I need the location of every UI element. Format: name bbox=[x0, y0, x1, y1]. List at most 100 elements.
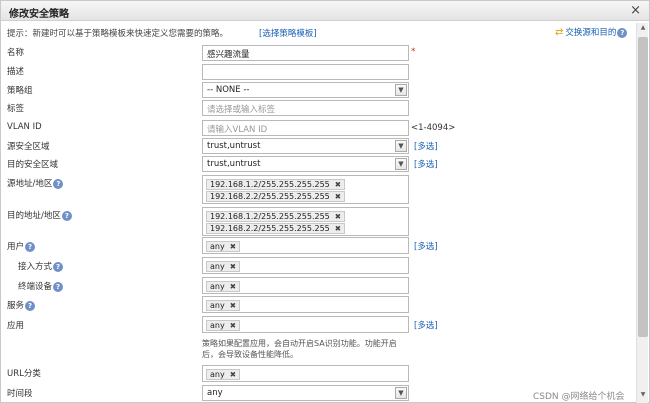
name-input[interactable]: 感兴趣流量 bbox=[202, 45, 409, 61]
swap-link-label: 交换源和目的 bbox=[565, 28, 617, 38]
remove-tag-icon[interactable]: ✖ bbox=[230, 321, 236, 330]
help-icon[interactable]: ? bbox=[53, 281, 64, 292]
description-input[interactable] bbox=[202, 64, 409, 80]
help-icon[interactable]: ? bbox=[53, 261, 64, 272]
description-label: 描述 bbox=[7, 67, 25, 77]
terminal-tag-field[interactable]: any ✖ bbox=[202, 277, 409, 294]
watermark: CSDN @网络给个机会 bbox=[533, 392, 625, 402]
user-label-text: 用户 bbox=[7, 242, 25, 252]
tag-text: 192.168.1.2/255.255.255.255 bbox=[210, 212, 330, 221]
chevron-down-icon[interactable]: ▼ bbox=[395, 84, 407, 96]
service-tag-field[interactable]: any ✖ bbox=[202, 296, 409, 313]
scroll-down-icon[interactable]: ▼ bbox=[638, 391, 648, 401]
tag-input[interactable]: 请选择或输入标签 bbox=[202, 100, 409, 116]
dst-zone-value: trust,untrust bbox=[207, 159, 261, 169]
help-icon[interactable]: ? bbox=[25, 300, 36, 311]
src-zone-multi-link[interactable]: [多选] bbox=[414, 140, 438, 152]
tag-text: any bbox=[210, 301, 225, 310]
tag-placeholder: 请选择或输入标签 bbox=[207, 105, 276, 115]
help-icon[interactable]: ? bbox=[61, 210, 72, 221]
application-tag: any ✖ bbox=[206, 320, 241, 331]
access-mode-tag-field[interactable]: any ✖ bbox=[202, 257, 409, 274]
tag-text: any bbox=[210, 321, 225, 330]
user-multi-link[interactable]: [多选] bbox=[414, 240, 438, 252]
user-label: 用户? bbox=[7, 240, 36, 252]
access-mode-label: 接入方式? bbox=[18, 260, 64, 272]
tip-text: 提示：新建时可以基于策略模板来快速定义您需要的策略。 bbox=[7, 29, 229, 39]
tag-label: 标签 bbox=[7, 104, 25, 114]
chevron-down-icon[interactable]: ▼ bbox=[395, 140, 407, 152]
remove-tag-icon[interactable]: ✖ bbox=[230, 262, 236, 271]
dst-zone-label: 目的安全区域 bbox=[7, 160, 59, 170]
src-zone-value: trust,untrust bbox=[207, 141, 261, 151]
dst-zone-multi-link[interactable]: [多选] bbox=[414, 158, 438, 170]
swap-src-dst-link[interactable]: ⇄ 交换源和目的? bbox=[555, 26, 628, 38]
remove-tag-icon[interactable]: ✖ bbox=[230, 370, 236, 379]
vlan-label: VLAN ID bbox=[7, 122, 42, 132]
terminal-tag: any ✖ bbox=[206, 281, 241, 292]
vertical-scrollbar[interactable]: ▲ ▼ bbox=[636, 23, 648, 403]
remove-tag-icon[interactable]: ✖ bbox=[335, 180, 341, 189]
service-label: 服务? bbox=[7, 299, 36, 311]
url-category-tag: any ✖ bbox=[206, 369, 241, 380]
src-addr-tag: 192.168.2.2/255.255.255.255 ✖ bbox=[206, 191, 346, 202]
url-category-tag-field[interactable]: any ✖ bbox=[202, 365, 409, 382]
remove-tag-icon[interactable]: ✖ bbox=[335, 212, 341, 221]
tag-text: 192.168.2.2/255.255.255.255 bbox=[210, 224, 330, 233]
user-tag-field[interactable]: any ✖ bbox=[202, 237, 409, 254]
policy-group-value: -- NONE -- bbox=[207, 85, 250, 95]
policy-group-select[interactable]: -- NONE -- ▼ bbox=[202, 82, 409, 98]
name-label: 名称 bbox=[7, 48, 25, 58]
select-template-link[interactable]: [选择策略模板] bbox=[259, 27, 317, 39]
tag-text: any bbox=[210, 262, 225, 271]
access-mode-tag: any ✖ bbox=[206, 261, 241, 272]
chevron-down-icon[interactable]: ▼ bbox=[395, 158, 407, 170]
time-range-label: 时间段 bbox=[7, 389, 33, 399]
dialog-titlebar[interactable]: 修改安全策略 × bbox=[1, 1, 649, 21]
src-zone-select[interactable]: trust,untrust ▼ bbox=[202, 138, 409, 154]
access-mode-label-text: 接入方式 bbox=[18, 262, 53, 272]
vlan-range-hint: <1-4094> bbox=[411, 123, 456, 133]
service-tag: any ✖ bbox=[206, 300, 241, 311]
vlan-placeholder: 请输入VLAN ID bbox=[207, 125, 268, 135]
user-tag: any ✖ bbox=[206, 241, 241, 252]
close-icon[interactable]: × bbox=[630, 3, 641, 19]
dst-addr-tag: 192.168.2.2/255.255.255.255 ✖ bbox=[206, 223, 346, 234]
scrollbar-thumb[interactable] bbox=[638, 37, 648, 337]
dst-addr-label-text: 目的地址/地区 bbox=[7, 211, 61, 221]
terminal-label-text: 终端设备 bbox=[18, 282, 53, 292]
remove-tag-icon[interactable]: ✖ bbox=[335, 192, 341, 201]
vlan-input[interactable]: 请输入VLAN ID bbox=[202, 120, 409, 136]
dst-zone-select[interactable]: trust,untrust ▼ bbox=[202, 156, 409, 172]
application-tag-field[interactable]: any ✖ bbox=[202, 316, 409, 333]
dialog-title: 修改安全策略 bbox=[9, 9, 69, 20]
tip-bar: 提示：新建时可以基于策略模板来快速定义您需要的策略。 [选择策略模板] ⇄ 交换源… bbox=[7, 26, 628, 40]
policy-group-label: 策略组 bbox=[7, 86, 33, 96]
tag-text: any bbox=[210, 282, 225, 291]
remove-tag-icon[interactable]: ✖ bbox=[230, 301, 236, 310]
dst-addr-label: 目的地址/地区? bbox=[7, 209, 72, 221]
application-note: 策略如果配置应用，会自动开启SA识别功能。功能开启后，会导致设备性能降低。 bbox=[202, 339, 397, 359]
application-label: 应用 bbox=[7, 321, 25, 331]
src-addr-tag-field[interactable]: 192.168.1.2/255.255.255.255 ✖ 192.168.2.2… bbox=[202, 175, 409, 204]
scroll-up-icon[interactable]: ▲ bbox=[638, 24, 648, 34]
src-addr-label-text: 源地址/地区 bbox=[7, 179, 53, 189]
remove-tag-icon[interactable]: ✖ bbox=[335, 224, 341, 233]
swap-arrows-icon: ⇄ bbox=[555, 27, 564, 38]
time-range-value: any bbox=[207, 388, 223, 398]
application-multi-link[interactable]: [多选] bbox=[414, 319, 438, 331]
help-icon[interactable]: ? bbox=[53, 178, 64, 189]
chevron-down-icon[interactable]: ▼ bbox=[395, 387, 407, 399]
tag-text: 192.168.2.2/255.255.255.255 bbox=[210, 192, 330, 201]
url-category-label: URL分类 bbox=[7, 369, 41, 379]
time-range-select[interactable]: any ▼ bbox=[202, 385, 409, 401]
service-label-text: 服务 bbox=[7, 301, 25, 311]
help-icon[interactable]: ? bbox=[617, 27, 628, 38]
dst-addr-tag-field[interactable]: 192.168.1.2/255.255.255.255 ✖ 192.168.2.2… bbox=[202, 207, 409, 236]
edit-security-policy-dialog: 修改安全策略 × 提示：新建时可以基于策略模板来快速定义您需要的策略。 [选择策… bbox=[0, 0, 650, 403]
help-icon[interactable]: ? bbox=[25, 241, 36, 252]
src-zone-label: 源安全区域 bbox=[7, 142, 50, 152]
remove-tag-icon[interactable]: ✖ bbox=[230, 282, 236, 291]
tag-text: any bbox=[210, 370, 225, 379]
remove-tag-icon[interactable]: ✖ bbox=[230, 242, 236, 251]
